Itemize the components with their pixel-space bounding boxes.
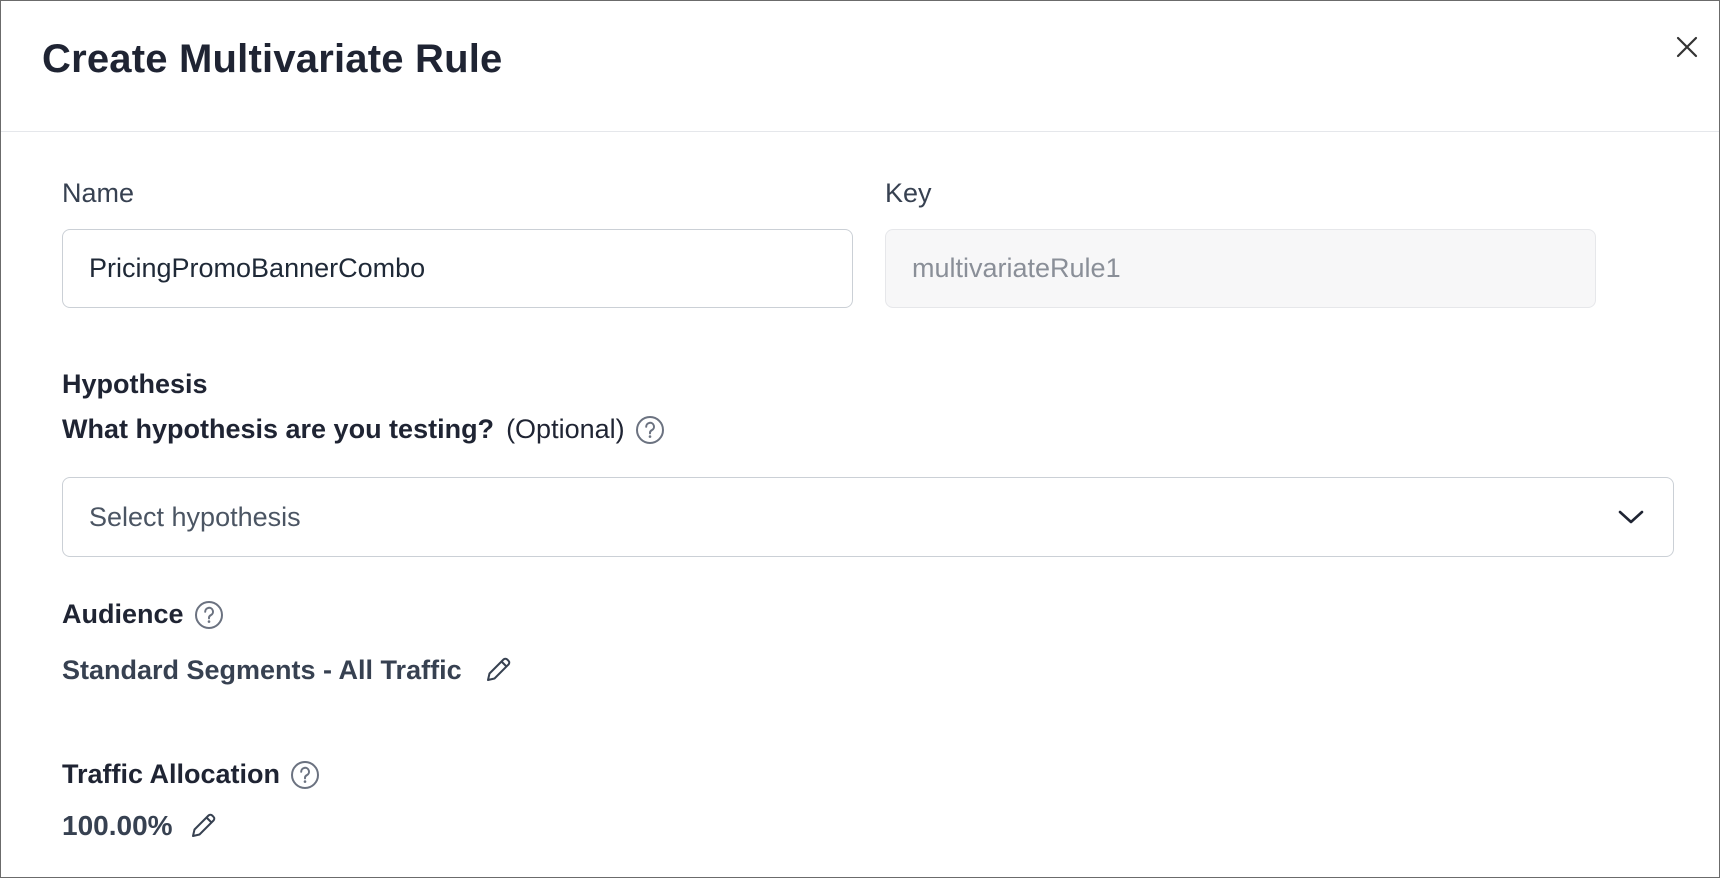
chevron-down-icon	[1618, 510, 1644, 524]
audience-value: Standard Segments - All Traffic	[62, 654, 462, 685]
modal-title: Create Multivariate Rule	[42, 37, 503, 81]
traffic-heading: Traffic Allocation	[62, 759, 281, 789]
audience-heading-row: Audience	[62, 599, 224, 630]
modal-header: Create Multivariate Rule	[1, 1, 1719, 132]
audience-value-row: Standard Segments - All Traffic	[62, 654, 514, 686]
create-rule-modal: Create Multivariate Rule Name PricingPro…	[0, 0, 1720, 878]
optional-label: (Optional)	[506, 414, 625, 444]
help-circle-icon[interactable]	[290, 760, 320, 790]
pencil-icon[interactable]	[187, 810, 219, 842]
close-icon	[1676, 36, 1698, 58]
close-button[interactable]	[1669, 29, 1705, 65]
traffic-value: 100.00%	[62, 810, 173, 841]
traffic-value-row: 100.00%	[62, 810, 219, 842]
help-circle-icon[interactable]	[194, 600, 224, 630]
name-label: Name	[62, 178, 135, 208]
name-input[interactable]: PricingPromoBannerCombo	[62, 229, 853, 308]
help-circle-icon[interactable]	[635, 415, 665, 445]
traffic-heading-row: Traffic Allocation	[62, 759, 320, 790]
key-label: Key	[885, 178, 932, 208]
pencil-icon[interactable]	[482, 654, 514, 686]
key-input-value: multivariateRule1	[912, 253, 1121, 283]
key-input: multivariateRule1	[885, 229, 1596, 308]
hypothesis-question: What hypothesis are you testing? (Option…	[62, 414, 665, 445]
hypothesis-question-text: What hypothesis are you testing?	[62, 414, 495, 444]
hypothesis-heading: Hypothesis	[62, 369, 208, 399]
hypothesis-select[interactable]: Select hypothesis	[62, 477, 1674, 557]
hypothesis-select-placeholder: Select hypothesis	[89, 501, 301, 532]
audience-heading: Audience	[62, 599, 184, 629]
name-input-value: PricingPromoBannerCombo	[89, 253, 426, 283]
